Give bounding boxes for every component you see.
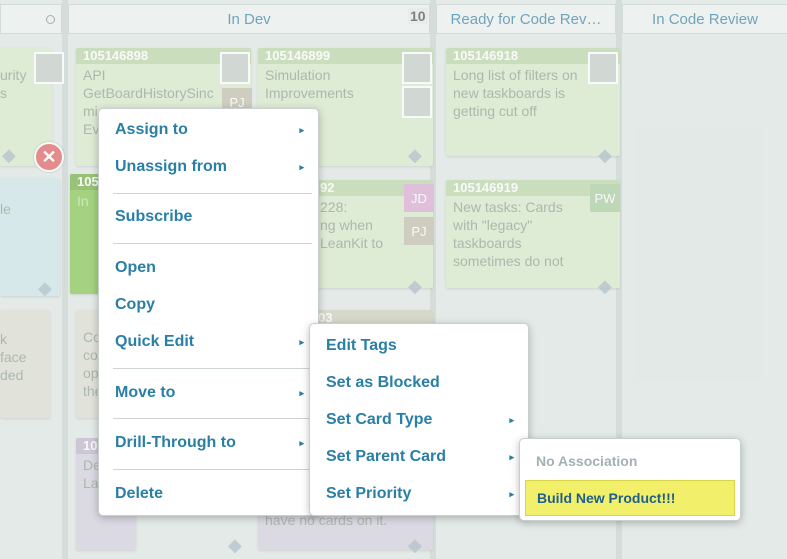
menu-divider: [113, 418, 312, 419]
menu-item-label: Set Priority: [326, 485, 412, 502]
menu-item-label: Set Parent Card: [326, 448, 447, 465]
submenu-arrow-icon: ▸: [299, 124, 304, 135]
menu-item-label: Delete: [115, 485, 164, 502]
menu-divider: [113, 469, 312, 470]
menu-item-label: Copy: [115, 296, 155, 313]
menu-item-label: Move to: [115, 384, 176, 401]
menu-item-no-association: No Association: [520, 446, 740, 476]
parent-card-submenu: No Association Build New Product!!!: [519, 438, 741, 521]
menu-divider: [113, 193, 312, 194]
menu-item-label: Drill-Through to: [115, 434, 236, 451]
submenu-arrow-icon: ▸: [299, 437, 304, 448]
submenu-arrow-icon: ▸: [299, 336, 304, 347]
menu-item-set-as-blocked[interactable]: Set as Blocked: [310, 368, 528, 398]
menu-item-build-new-product[interactable]: Build New Product!!!: [525, 480, 735, 516]
quick-edit-submenu: Edit Tags Set as Blocked Set Card Type ▸…: [309, 323, 529, 516]
menu-item-unassign-from[interactable]: Unassign from ▸: [99, 152, 318, 182]
menu-item-label: Set as Blocked: [326, 374, 440, 391]
menu-item-label: Quick Edit: [115, 333, 195, 350]
menu-item-delete[interactable]: Delete: [99, 479, 318, 509]
menu-item-label: No Association: [536, 453, 638, 469]
menu-divider: [113, 368, 312, 369]
submenu-arrow-icon: ▸: [509, 488, 514, 499]
menu-item-label: Edit Tags: [326, 337, 397, 354]
menu-item-assign-to[interactable]: Assign to ▸: [99, 115, 318, 145]
menu-item-subscribe[interactable]: Subscribe: [99, 202, 318, 232]
menu-item-open[interactable]: Open: [99, 253, 318, 283]
menu-item-set-parent-card[interactable]: Set Parent Card ▸: [310, 442, 528, 472]
submenu-arrow-icon: ▸: [509, 414, 514, 425]
submenu-arrow-icon: ▸: [509, 451, 514, 462]
card-context-menu: Assign to ▸ Unassign from ▸ Subscribe Op…: [98, 108, 319, 516]
menu-item-quick-edit[interactable]: Quick Edit ▸: [99, 327, 318, 357]
menu-item-label: Unassign from: [115, 158, 228, 175]
menu-item-edit-tags[interactable]: Edit Tags: [310, 331, 528, 361]
submenu-arrow-icon: ▸: [299, 387, 304, 398]
menu-item-drill-through[interactable]: Drill-Through to ▸: [99, 428, 318, 458]
menu-divider: [113, 243, 312, 244]
menu-item-label: Open: [115, 259, 156, 276]
menu-item-set-priority[interactable]: Set Priority ▸: [310, 479, 528, 509]
submenu-arrow-icon: ▸: [299, 161, 304, 172]
menu-item-move-to[interactable]: Move to ▸: [99, 378, 318, 408]
menu-item-label: Build New Product!!!: [537, 490, 676, 506]
menu-item-set-card-type[interactable]: Set Card Type ▸: [310, 405, 528, 435]
menu-item-copy[interactable]: Copy: [99, 290, 318, 320]
menu-item-label: Subscribe: [115, 208, 193, 225]
menu-item-label: Set Card Type: [326, 411, 433, 428]
menu-item-label: Assign to: [115, 121, 188, 138]
